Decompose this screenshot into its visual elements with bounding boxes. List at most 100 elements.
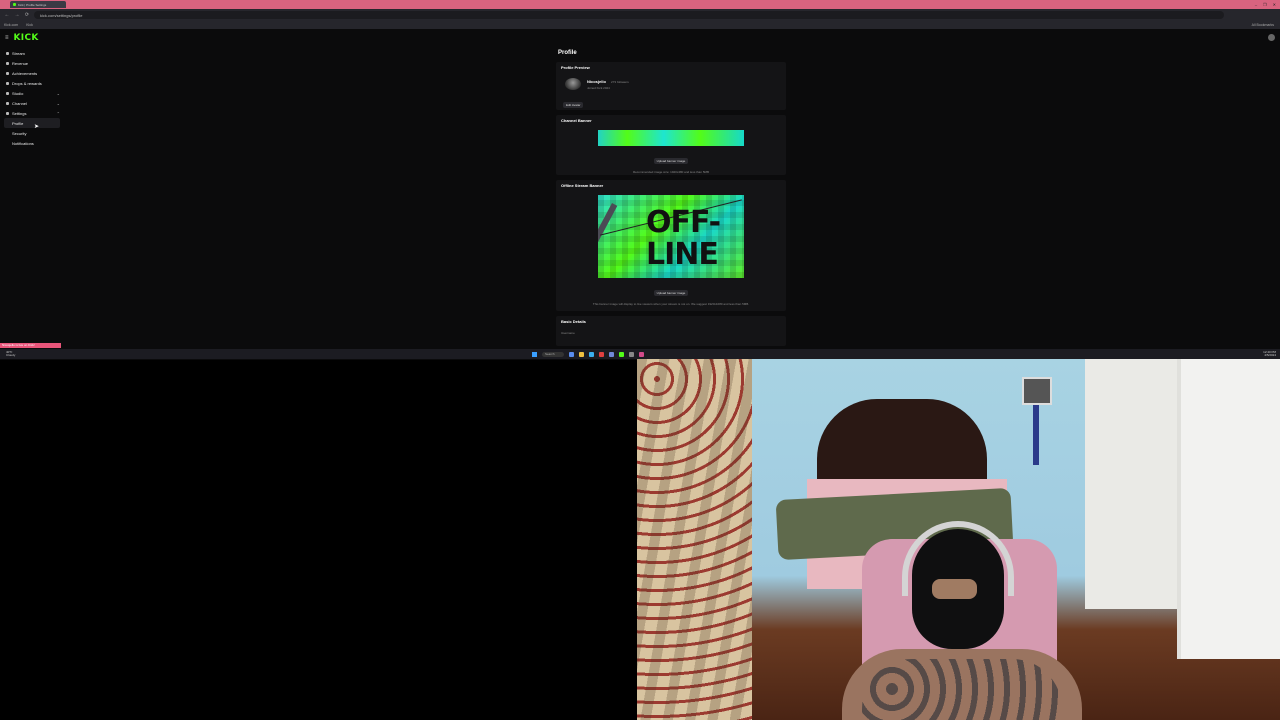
bookmark-item[interactable]: Kick.com xyxy=(4,23,18,27)
tab-title: Kick | Profile Settings xyxy=(18,2,47,7)
weather-condition: Cloudy xyxy=(6,353,16,357)
closet-door xyxy=(1085,359,1177,609)
clock-date: 4/5/2024 xyxy=(1264,353,1276,357)
trophy-icon xyxy=(6,71,9,75)
bookmarks-bar: Kick.com Kick All Bookmarks xyxy=(0,21,1280,29)
discord-icon[interactable] xyxy=(609,351,614,357)
video-icon xyxy=(6,91,9,95)
channel-banner-image xyxy=(598,130,744,146)
offline-text-line: OFF- xyxy=(646,205,721,240)
streamer xyxy=(842,521,1082,720)
taskbar-apps: Search xyxy=(532,351,644,357)
upload-offline-banner-button[interactable]: Upload banner image xyxy=(653,290,689,296)
window-controls: – ❐ ✕ xyxy=(1255,2,1276,7)
kick-favicon-icon xyxy=(13,3,16,6)
sidebar-item-stream[interactable]: Stream xyxy=(4,48,64,58)
task-view-icon[interactable] xyxy=(569,351,574,357)
kick-logo[interactable]: KICK xyxy=(14,33,39,43)
sidebar-item-revenue[interactable]: Revenue xyxy=(4,58,64,68)
chrome-icon[interactable] xyxy=(599,351,604,357)
windows-start-icon[interactable] xyxy=(532,351,537,357)
chevron-down-icon: ⌄ xyxy=(56,90,60,96)
username-text: Nicosjello xyxy=(587,78,606,84)
kick-app-icon[interactable] xyxy=(619,351,624,357)
channel-banner-card: Channel Banner Upload banner image Recom… xyxy=(556,115,786,175)
profile-settings-main: Profile Profile Preview Nicosjello 273 f… xyxy=(556,48,786,351)
card-title: Profile Preview xyxy=(561,65,590,70)
sidebar-subitem-profile[interactable]: Profile xyxy=(4,118,60,128)
settings-sidebar: Stream Revenue Achievements Drops & rewa… xyxy=(4,48,64,148)
avatar xyxy=(565,78,581,90)
webcam-feed xyxy=(637,359,1280,720)
reload-button[interactable]: ⟳ xyxy=(24,12,30,18)
offline-banner-text: OFF- LINE xyxy=(646,205,721,272)
menu-icon[interactable]: ≡ xyxy=(5,35,9,41)
offline-text-line: LINE xyxy=(646,237,719,272)
offline-banner-card: Offline Stream Banner OFF- LINE Upload b… xyxy=(556,180,786,311)
bookmark-item[interactable]: Kick xyxy=(26,23,33,27)
windows-taskbar: 40°F Cloudy Search 12:40 PM 4/5/2024 xyxy=(0,349,1280,359)
taskbar-search[interactable]: Search xyxy=(542,351,564,357)
lanyard xyxy=(1033,405,1039,465)
browser-tab[interactable]: Kick | Profile Settings xyxy=(10,1,66,8)
sidebar-item-label: Revenue xyxy=(12,60,29,66)
profile-name: Nicosjello 273 followers xyxy=(587,79,629,84)
weather-widget[interactable]: 40°F Cloudy xyxy=(6,350,16,358)
sidebar-item-label: Stream xyxy=(12,50,25,56)
gear-icon xyxy=(6,111,9,115)
close-window-button[interactable]: ✕ xyxy=(1273,2,1276,7)
back-button[interactable]: ← xyxy=(4,12,10,18)
offline-banner-hint: This banner image will display to live v… xyxy=(592,302,750,306)
sidebar-item-label: Achievements xyxy=(12,70,38,76)
minimize-button[interactable]: – xyxy=(1255,2,1257,7)
browser-tabbar: Kick | Profile Settings – ❐ ✕ xyxy=(0,0,1280,9)
file-explorer-icon[interactable] xyxy=(579,351,584,357)
wall-picture xyxy=(1022,377,1052,405)
basic-details-card: Basic Details Username xyxy=(556,316,786,346)
page-title: Profile xyxy=(558,50,577,56)
headset xyxy=(902,521,1014,596)
card-title: Offline Stream Banner xyxy=(561,183,604,188)
address-bar-url: kick.com/settings/profile xyxy=(40,12,83,18)
card-title: Channel Banner xyxy=(561,118,592,123)
card-title: Basic Details xyxy=(561,319,586,324)
system-tray[interactable]: 12:40 PM 4/5/2024 xyxy=(1263,350,1276,358)
upload-banner-button[interactable]: Upload banner image xyxy=(653,158,689,164)
field-label: Username xyxy=(561,331,575,335)
profile-preview-row: Nicosjello 273 followers Joined Kick 202… xyxy=(561,78,781,90)
chevron-down-icon: ⌄ xyxy=(56,100,60,106)
user-avatar[interactable] xyxy=(1268,34,1275,41)
mouse-cursor-icon: ➤ xyxy=(34,124,40,130)
edit-avatar-button[interactable]: Edit Avatar xyxy=(563,102,584,108)
room-door xyxy=(1177,359,1280,659)
app-icon[interactable] xyxy=(639,351,644,357)
chevron-up-icon: ⌃ xyxy=(56,110,60,116)
forward-button[interactable]: → xyxy=(14,12,20,18)
all-bookmarks-button[interactable]: All Bookmarks xyxy=(1252,23,1274,27)
desktop-screen: Kick | Profile Settings – ❐ ✕ ← → ⟳ kick… xyxy=(0,0,1280,360)
profile-preview-card: Profile Preview Nicosjello 273 followers… xyxy=(556,62,786,110)
sidebar-item-drops[interactable]: Drops & rewards xyxy=(4,78,64,88)
sidebar-item-label: Studio xyxy=(12,90,24,96)
camera-icon xyxy=(6,51,9,55)
sidebar-item-channel[interactable]: Channel ⌄ xyxy=(4,98,64,108)
obs-icon[interactable] xyxy=(629,351,634,357)
maximize-button[interactable]: ❐ xyxy=(1263,2,1267,7)
sidebar-item-label: Channel xyxy=(12,100,27,106)
site-header: ≡ KICK xyxy=(0,29,1280,46)
browser-toolbar: ← → ⟳ kick.com/settings/profile xyxy=(0,9,1280,21)
pole-graphic xyxy=(598,203,618,278)
sidebar-item-label: Settings xyxy=(12,110,27,116)
sidebar-item-label: Drops & rewards xyxy=(12,80,42,86)
tattoos xyxy=(862,659,1062,720)
sidebar-item-achievements[interactable]: Achievements xyxy=(4,68,64,78)
offline-banner-image: OFF- LINE xyxy=(598,195,744,278)
sidebar-item-studio[interactable]: Studio ⌄ xyxy=(4,88,64,98)
address-bar[interactable]: kick.com/settings/profile xyxy=(34,11,1224,19)
live-notification[interactable]: Nicosjello is live on Kick! xyxy=(0,343,61,348)
sidebar-item-settings[interactable]: Settings ⌃ xyxy=(4,108,64,118)
gift-icon xyxy=(6,81,9,85)
profile-subtitle: Joined Kick 2024 xyxy=(587,85,610,90)
sidebar-subitem-notifications[interactable]: Notifications xyxy=(4,138,64,148)
edge-icon[interactable] xyxy=(589,351,594,357)
